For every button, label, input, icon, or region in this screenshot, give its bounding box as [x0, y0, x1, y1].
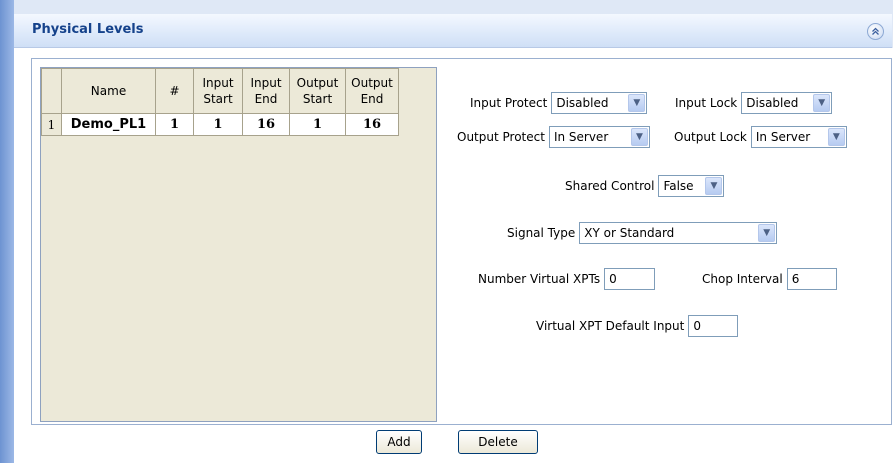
signal-type-select[interactable]: XY or Standard ▼: [579, 222, 778, 244]
shared-control-field: Shared Control False ▼: [565, 175, 725, 197]
column-header-line: Start: [302, 92, 333, 106]
shared-control-label: Shared Control: [565, 179, 655, 193]
physical-levels-panel: Physical Levels Name # Input Start Input…: [0, 0, 893, 463]
row-number-header: [41, 68, 62, 114]
shared-control-value: False: [663, 179, 694, 193]
cell-name[interactable]: Demo_PL1: [61, 113, 156, 136]
table-row[interactable]: 1 Demo_PL1 1 1 16 1 16: [41, 113, 399, 136]
signal-type-field: Signal Type XY or Standard ▼: [507, 222, 778, 244]
number-virtual-xpts-input[interactable]: [604, 268, 656, 290]
column-header-line: End: [254, 92, 278, 106]
column-header-line: Input: [202, 76, 234, 90]
cell-number[interactable]: 1: [155, 113, 194, 136]
levels-table: Name # Input Start Input End Output Star…: [41, 68, 399, 136]
column-header-name[interactable]: Name: [61, 68, 156, 114]
column-header-line: #: [169, 84, 180, 98]
column-header-input-end[interactable]: Input End: [242, 68, 290, 114]
panel-left-edge: [0, 0, 14, 463]
panel-title: Physical Levels: [32, 22, 144, 37]
shared-control-select[interactable]: False ▼: [658, 175, 725, 197]
chop-interval-input[interactable]: [786, 268, 837, 290]
input-protect-select[interactable]: Disabled ▼: [551, 92, 648, 114]
levels-editor-frame: Name # Input Start Input End Output Star…: [31, 58, 892, 425]
column-header-line: Input: [250, 76, 282, 90]
table-header-row: Name # Input Start Input End Output Star…: [41, 68, 399, 114]
chevron-down-icon[interactable]: ▼: [630, 128, 648, 146]
output-lock-value: In Server: [755, 130, 811, 144]
cell-output-end[interactable]: 16: [345, 113, 399, 136]
virtual-xpt-default-input-label: Virtual XPT Default Input: [536, 319, 685, 333]
cell-input-end[interactable]: 16: [242, 113, 290, 136]
virtual-xpt-default-input-field: Virtual XPT Default Input: [536, 315, 739, 337]
column-header-number[interactable]: #: [155, 68, 194, 114]
chevron-down-icon[interactable]: ▼: [813, 94, 831, 112]
column-header-output-start[interactable]: Output Start: [289, 68, 346, 114]
input-lock-value: Disabled: [746, 96, 799, 110]
number-virtual-xpts-label: Number Virtual XPTs: [478, 272, 601, 286]
row-number: 1: [41, 113, 62, 136]
column-header-line: Name: [90, 84, 127, 98]
input-lock-field: Input Lock Disabled ▼: [675, 92, 833, 114]
chop-interval-label: Chop Interval: [702, 272, 783, 286]
column-header-line: Start: [203, 92, 233, 106]
panel-header: Physical Levels: [14, 14, 892, 48]
cell-input-start[interactable]: 1: [193, 113, 243, 136]
levels-grid: Name # Input Start Input End Output Star…: [40, 67, 437, 422]
input-protect-field: Input Protect Disabled ▼: [470, 92, 648, 114]
input-lock-select[interactable]: Disabled ▼: [741, 92, 833, 114]
output-protect-select[interactable]: In Server ▼: [548, 126, 650, 148]
number-virtual-xpts-field: Number Virtual XPTs: [478, 268, 656, 290]
chevron-down-icon[interactable]: ▼: [628, 94, 646, 112]
collapse-glyph: [872, 27, 879, 35]
chevron-down-icon[interactable]: ▼: [827, 128, 845, 146]
input-lock-label: Input Lock: [675, 96, 738, 110]
output-lock-label: Output Lock: [674, 130, 747, 144]
output-lock-field: Output Lock In Server ▼: [674, 126, 847, 148]
cell-output-start[interactable]: 1: [289, 113, 346, 136]
chevron-down-icon[interactable]: ▼: [705, 177, 723, 195]
chop-interval-field: Chop Interval: [702, 268, 837, 290]
column-header-output-end[interactable]: Output End: [345, 68, 399, 114]
add-button[interactable]: Add: [376, 430, 422, 454]
chevron-down-icon[interactable]: ▼: [758, 224, 776, 242]
column-header-line: End: [360, 92, 384, 106]
output-lock-select[interactable]: In Server ▼: [750, 126, 847, 148]
input-protect-value: Disabled: [556, 96, 609, 110]
column-header-input-start[interactable]: Input Start: [193, 68, 243, 114]
column-header-line: Output: [296, 76, 339, 90]
virtual-xpt-default-input-input[interactable]: [688, 315, 739, 337]
signal-type-value: XY or Standard: [584, 226, 675, 240]
output-protect-label: Output Protect: [457, 130, 545, 144]
input-protect-label: Input Protect: [470, 96, 548, 110]
signal-type-label: Signal Type: [507, 226, 576, 240]
column-header-line: Output: [351, 76, 393, 90]
double-chevron-up-icon[interactable]: [867, 23, 884, 40]
panel-content: Name # Input Start Input End Output Star…: [14, 48, 893, 463]
output-protect-value: In Server: [553, 130, 609, 144]
output-protect-field: Output Protect In Server ▼: [457, 126, 650, 148]
delete-button[interactable]: Delete: [458, 430, 538, 454]
